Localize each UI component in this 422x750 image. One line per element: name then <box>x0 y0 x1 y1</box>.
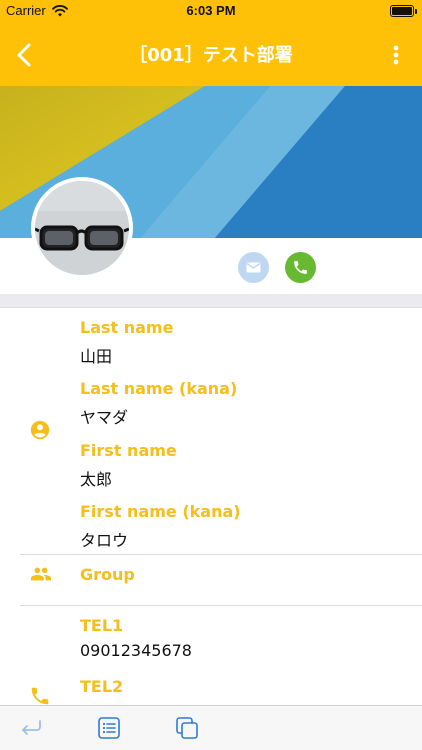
first-name-kana-value: タロウ <box>80 531 129 550</box>
back-arrow-icon[interactable] <box>10 40 40 70</box>
first-name-value: 太郎 <box>80 470 113 489</box>
last-name-kana-value: ヤマダ <box>80 408 129 427</box>
mail-icon <box>246 262 261 273</box>
battery-icon <box>390 5 417 17</box>
first-name-kana-label: First name (kana) <box>80 502 241 521</box>
page-title: ［001］テスト部署 <box>129 45 293 66</box>
profile-photo-glasses <box>34 181 130 275</box>
last-name-kana-label: Last name (kana) <box>80 379 238 398</box>
last-name-value: 山田 <box>80 347 113 366</box>
divider <box>20 605 422 606</box>
tel2-label: TEL2 <box>80 677 124 696</box>
divider <box>20 554 422 555</box>
group-label: Group <box>80 565 135 584</box>
return-arrow-icon[interactable] <box>18 715 44 741</box>
section-separator <box>0 294 422 308</box>
phone-icon <box>294 261 307 274</box>
bottom-toolbar <box>0 705 422 750</box>
first-name-label: First name <box>80 441 177 460</box>
tel1-value[interactable]: 09012345678 <box>80 641 192 660</box>
more-vertical-icon[interactable] <box>382 40 410 70</box>
list-icon[interactable] <box>96 715 122 741</box>
last-name-label: Last name <box>80 318 174 337</box>
clock: 6:03 PM <box>186 3 236 18</box>
group-icon <box>30 567 52 581</box>
tel1-label: TEL1 <box>80 616 124 635</box>
contact-details: Last name 山田 Last name (kana) ヤマダ First … <box>0 308 422 705</box>
avatar <box>31 177 133 279</box>
phone-icon <box>31 687 49 705</box>
navigation-bar: ［001］テスト部署 <box>0 22 422 86</box>
person-circle-icon <box>30 420 50 440</box>
status-bar: Carrier 6:03 PM <box>0 0 422 22</box>
email-button[interactable] <box>238 252 269 283</box>
copy-icon[interactable] <box>174 715 200 741</box>
call-button[interactable] <box>285 252 316 283</box>
